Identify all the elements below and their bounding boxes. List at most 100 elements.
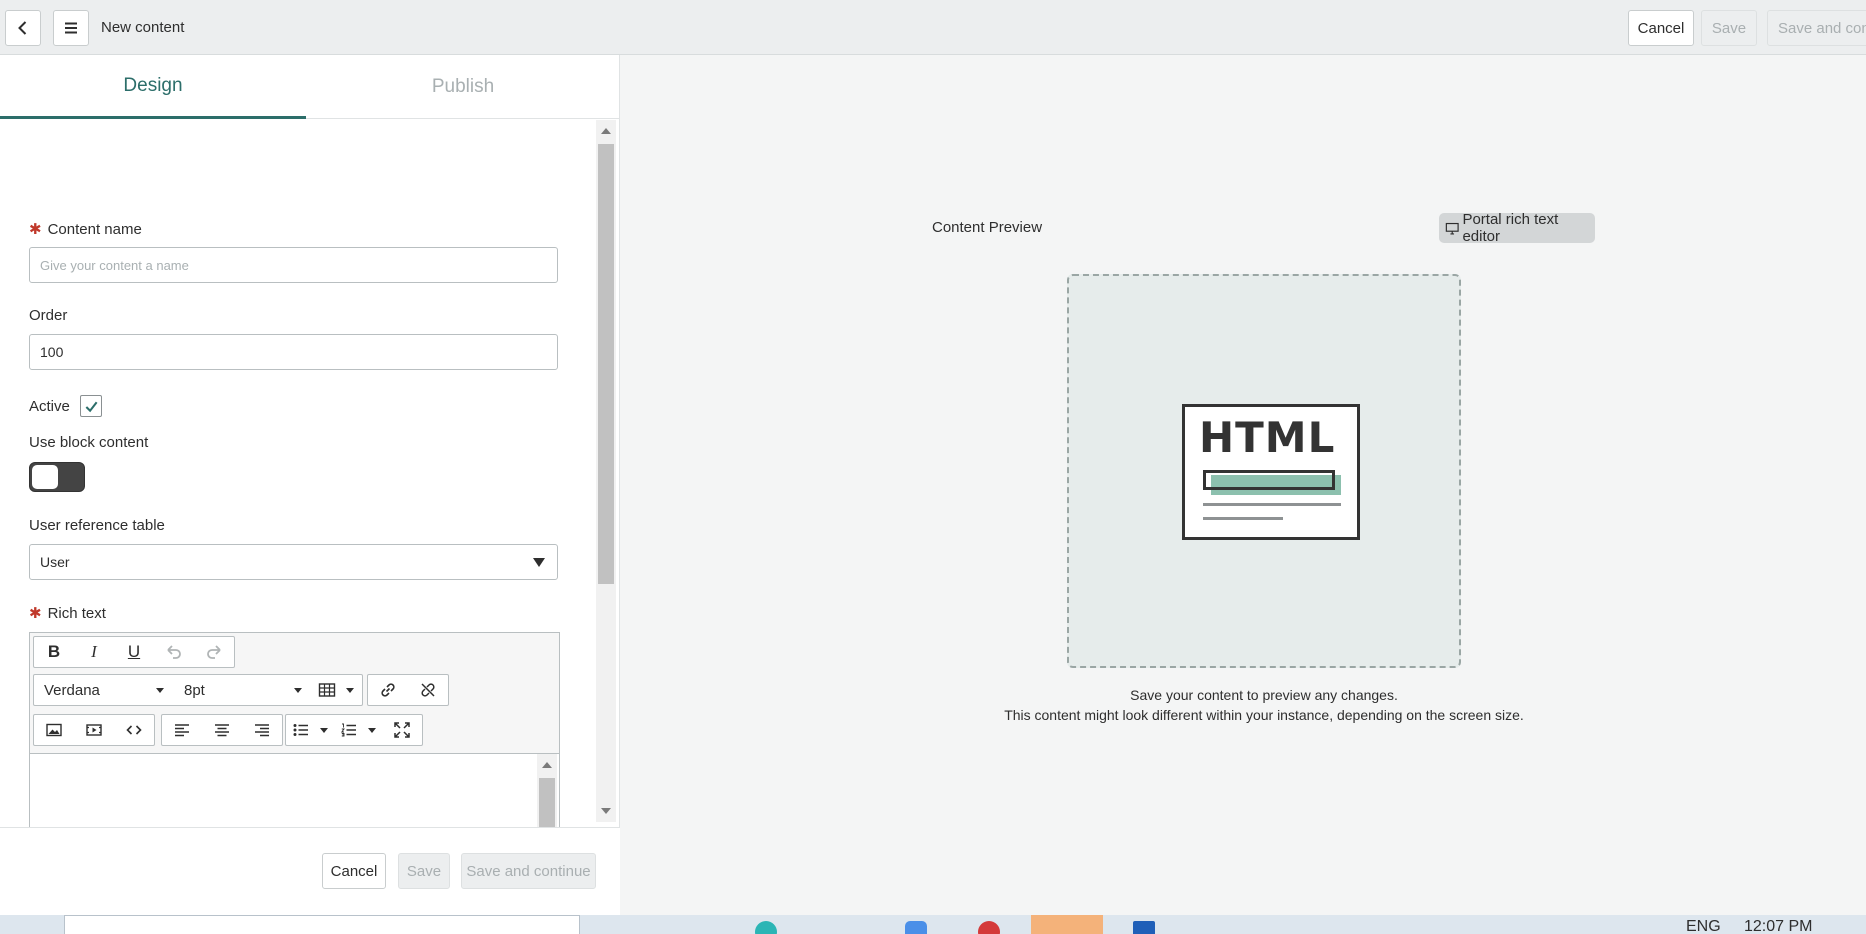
- app-icon[interactable]: [1133, 921, 1155, 934]
- footer-save-button[interactable]: Save: [398, 853, 450, 889]
- bold-button[interactable]: B: [34, 637, 74, 667]
- illustration-line: [1203, 503, 1341, 506]
- scroll-up-icon[interactable]: [542, 762, 552, 768]
- browser-icon[interactable]: [978, 921, 1000, 934]
- app-header: New content Cancel Save Save and conti: [0, 0, 1866, 55]
- scroll-up-icon[interactable]: [601, 128, 611, 134]
- list-toolbar-group: [285, 714, 423, 746]
- user-reference-table-select[interactable]: User: [29, 544, 558, 580]
- order-label: Order: [29, 307, 68, 324]
- chevron-left-icon: [18, 21, 27, 35]
- link-icon: [381, 683, 395, 697]
- tab-publish[interactable]: Publish: [310, 55, 616, 119]
- menu-button[interactable]: [53, 10, 89, 46]
- content-name-input[interactable]: Give your content a name: [29, 247, 558, 283]
- hamburger-icon: [65, 22, 77, 34]
- align-right-icon: [255, 724, 269, 737]
- remove-link-button[interactable]: [408, 675, 448, 705]
- insert-video-button[interactable]: [74, 715, 114, 745]
- align-toolbar-group: [161, 714, 283, 746]
- code-icon: [126, 725, 142, 735]
- undo-button[interactable]: [154, 637, 194, 667]
- caret-down-icon: [368, 727, 376, 733]
- app-icon[interactable]: [905, 921, 927, 934]
- form-footer: Cancel Save Save and continue: [0, 827, 620, 915]
- required-marker: ✱: [29, 605, 42, 622]
- order-input[interactable]: 100: [29, 334, 558, 370]
- preview-note-line1: Save your content to preview any changes…: [1130, 687, 1398, 703]
- header-cancel-button[interactable]: Cancel: [1628, 10, 1694, 46]
- use-block-content-label: Use block content: [29, 434, 149, 451]
- caret-down-icon: [533, 558, 545, 567]
- checkmark-icon: [85, 401, 97, 412]
- redo-button[interactable]: [194, 637, 234, 667]
- align-center-icon: [215, 724, 229, 737]
- undo-icon: [167, 645, 181, 659]
- link-toolbar-group: [367, 674, 449, 706]
- numbered-list-icon: [340, 723, 356, 737]
- caret-down-icon: [156, 687, 164, 693]
- taskbar-search-box[interactable]: [64, 915, 580, 934]
- user-reference-table-label: User reference table: [29, 517, 165, 534]
- illustration-line: [1203, 517, 1283, 520]
- numbered-list-dropdown[interactable]: [334, 715, 382, 745]
- image-icon: [46, 723, 62, 737]
- app-icon[interactable]: [755, 921, 777, 934]
- font-size-dropdown[interactable]: 8pt: [174, 675, 312, 705]
- required-marker: ✱: [29, 221, 42, 238]
- bullet-list-icon: [293, 724, 308, 736]
- footer-cancel-button[interactable]: Cancel: [322, 853, 386, 889]
- toggle-knob: [32, 465, 58, 489]
- italic-button[interactable]: I: [74, 637, 114, 667]
- caret-down-icon: [294, 687, 302, 693]
- active-label: Active: [29, 398, 70, 415]
- clock[interactable]: 12:07 PM: [1744, 918, 1812, 934]
- language-indicator[interactable]: ENG: [1686, 918, 1721, 934]
- scrollbar-thumb[interactable]: [598, 144, 614, 584]
- form-scrollbar[interactable]: [596, 120, 616, 822]
- tab-bar: Design Publish: [0, 55, 620, 119]
- editor-panel: Design Publish ✱ Content name Give your c…: [0, 55, 620, 915]
- header-save-button[interactable]: Save: [1701, 10, 1757, 46]
- preview-note-line2: This content might look different within…: [1004, 707, 1524, 723]
- align-left-icon: [175, 724, 189, 737]
- header-save-and-continue-button[interactable]: Save and conti: [1767, 10, 1866, 46]
- unlink-icon: [421, 683, 435, 697]
- os-taskbar: ENG 12:07 PM: [0, 915, 1866, 934]
- scroll-down-icon[interactable]: [601, 808, 611, 814]
- editor-type-chip[interactable]: Portal rich text editor: [1439, 211, 1595, 245]
- font-family-dropdown[interactable]: Verdana: [34, 675, 174, 705]
- media-toolbar-group: [33, 714, 155, 746]
- preview-placeholder: HTML: [1067, 274, 1461, 668]
- use-block-content-toggle[interactable]: [29, 462, 85, 492]
- format-toolbar-group: B I U: [33, 636, 235, 668]
- caret-down-icon: [320, 727, 328, 733]
- insert-link-button[interactable]: [368, 675, 408, 705]
- bullet-list-dropdown[interactable]: [286, 715, 334, 745]
- html-illustration: HTML: [1182, 404, 1360, 540]
- content-preview-label: Content Preview: [932, 219, 1043, 236]
- table-dropdown[interactable]: [312, 675, 360, 705]
- tab-design[interactable]: Design: [0, 55, 306, 119]
- rich-text-label: ✱ Rich text: [29, 605, 106, 622]
- page-title: New content: [101, 19, 185, 36]
- illustration-text: HTML: [1199, 413, 1336, 462]
- monitor-icon: [1445, 222, 1459, 235]
- fullscreen-button[interactable]: [382, 715, 422, 745]
- taskbar-active-app[interactable]: [1031, 915, 1103, 934]
- source-code-button[interactable]: [114, 715, 154, 745]
- redo-icon: [207, 645, 221, 659]
- align-left-button[interactable]: [162, 715, 202, 745]
- select-value: User: [40, 554, 70, 570]
- content-name-label: ✱ Content name: [29, 221, 142, 238]
- form-area: ✱ Content name Give your content a name O…: [0, 120, 620, 882]
- insert-image-button[interactable]: [34, 715, 74, 745]
- illustration-bar-outline: [1203, 470, 1335, 490]
- align-center-button[interactable]: [202, 715, 242, 745]
- caret-down-icon: [346, 687, 354, 693]
- footer-save-and-continue-button[interactable]: Save and continue: [461, 853, 596, 889]
- back-button[interactable]: [5, 10, 41, 46]
- align-right-button[interactable]: [242, 715, 282, 745]
- active-checkbox[interactable]: [80, 395, 102, 417]
- underline-button[interactable]: U: [114, 637, 154, 667]
